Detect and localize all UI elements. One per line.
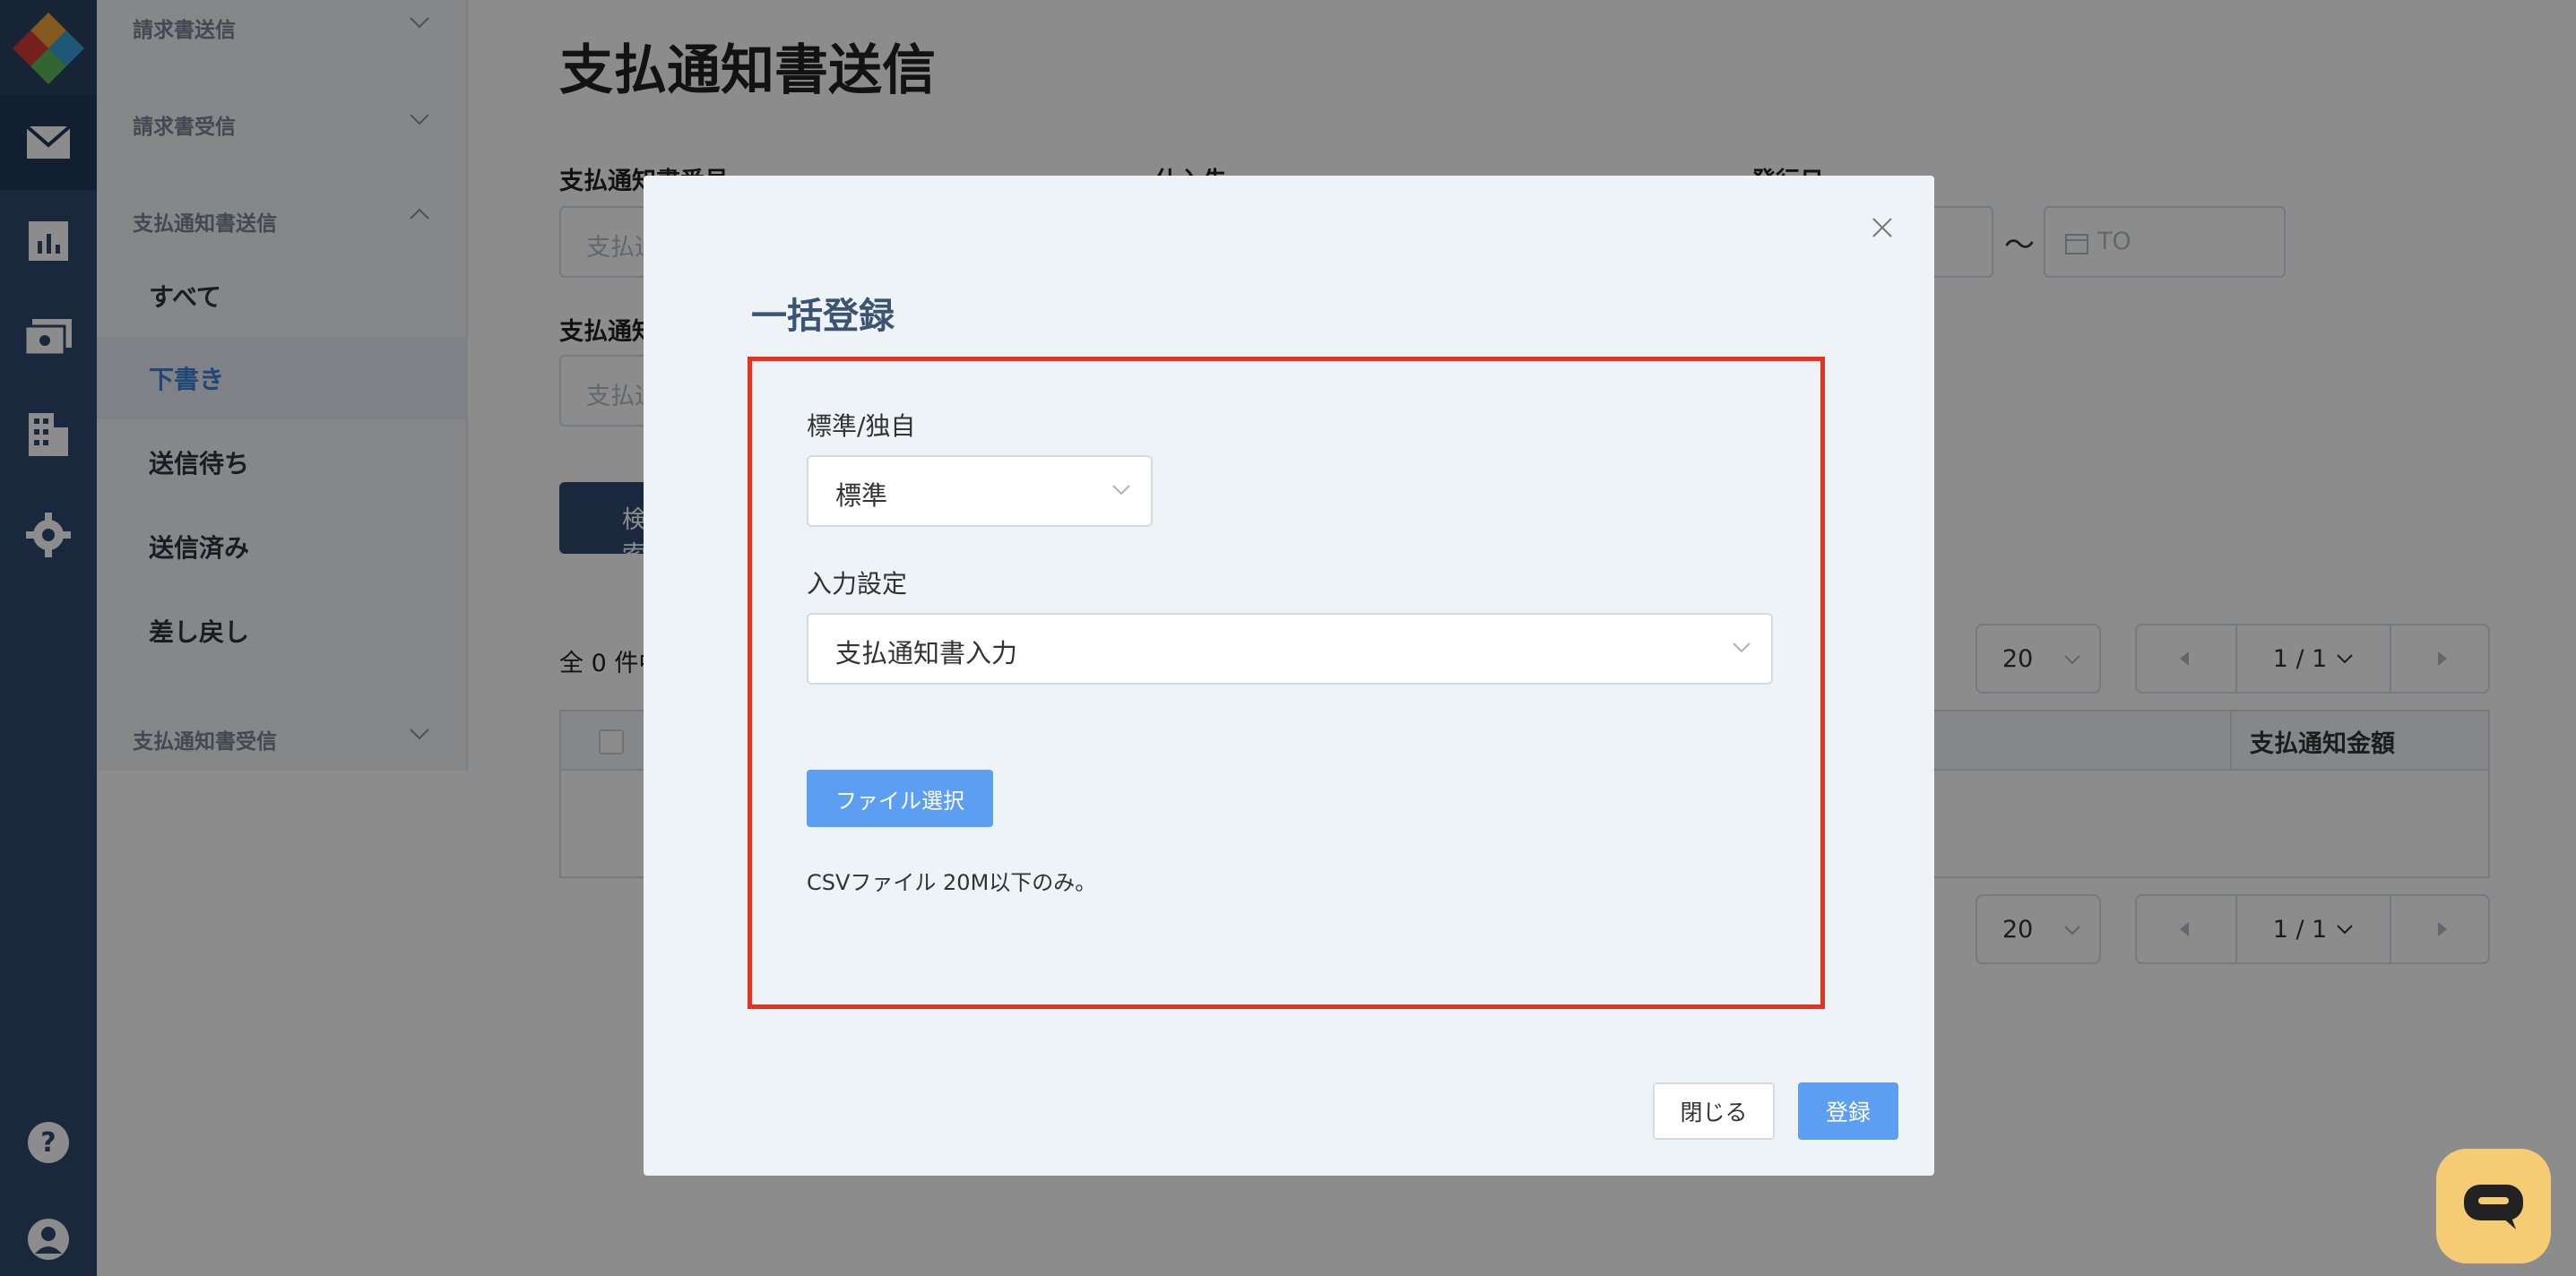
chevron-down-icon (1112, 485, 1130, 496)
input-setting-select[interactable]: 支払通知書入力 (807, 613, 1773, 685)
modal-title: 一括登録 (751, 296, 895, 337)
type-select[interactable]: 標準 (807, 455, 1153, 527)
chat-icon (2464, 1185, 2523, 1229)
close-button[interactable]: 閉じる (1653, 1082, 1775, 1140)
input-setting-value: 支払通知書入力 (835, 638, 1018, 668)
close-icon[interactable] (1866, 211, 1898, 244)
register-button[interactable]: 登録 (1798, 1082, 1898, 1140)
bulk-register-modal: 一括登録 標準/独自 標準 入力設定 支払通知書入力 ファイル選択 CSVファイ… (644, 176, 1934, 1176)
input-setting-label: 入力設定 (807, 569, 908, 599)
chat-widget-button[interactable] (2436, 1149, 2551, 1263)
type-select-value: 標準 (835, 480, 888, 511)
type-label: 標準/独自 (807, 411, 916, 441)
file-note: CSVファイル 20M以下のみ。 (807, 870, 1097, 895)
file-select-button[interactable]: ファイル選択 (807, 770, 993, 827)
chevron-down-icon (1733, 642, 1750, 653)
